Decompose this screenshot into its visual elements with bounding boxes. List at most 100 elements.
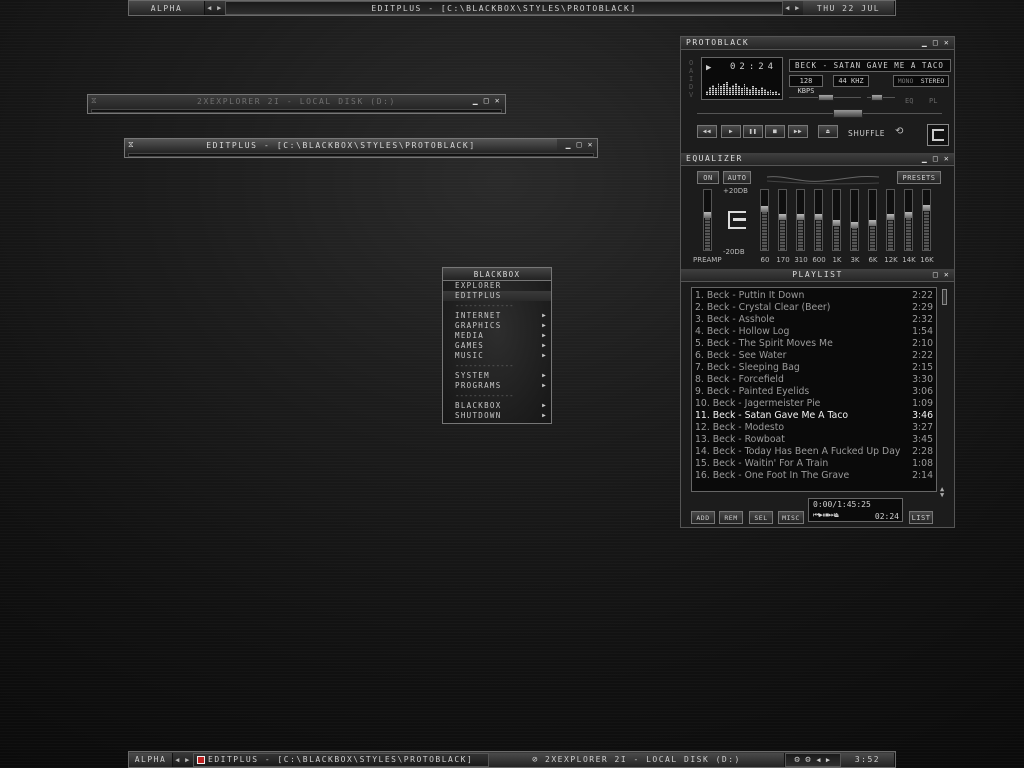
prev-workspace-icon[interactable]: ◀: [173, 753, 183, 767]
menu-item-games[interactable]: GAMES ▶: [443, 341, 551, 351]
maximize-icon[interactable]: □: [932, 38, 940, 47]
playlist-row[interactable]: 1. Beck - Puttin It Down 2:22: [692, 290, 936, 302]
playlist-list[interactable]: 1. Beck - Puttin It Down 2:22 2. Beck - Cr…: [691, 287, 937, 492]
eq-on-button[interactable]: ON: [697, 171, 719, 184]
editplus-window[interactable]: ⧖ EDITPLUS - [C:\BLACKBOX\STYLES\PROTOBL…: [124, 138, 598, 158]
menu-item-graphics[interactable]: GRAPHICS ▶: [443, 321, 551, 331]
prev-icon[interactable]: ◀: [816, 756, 822, 764]
playlist-row[interactable]: 13. Beck - Rowboat 3:45: [692, 434, 936, 446]
menu-item-programs[interactable]: PROGRAMS ▶: [443, 381, 551, 391]
minimize-icon[interactable]: ▁: [564, 140, 572, 149]
menu-item-blackbox[interactable]: BLACKBOX ▶: [443, 401, 551, 411]
eq-band-slider-6k[interactable]: [868, 189, 877, 251]
next-workspace-icon[interactable]: ▶: [183, 753, 193, 767]
slider-knob[interactable]: [869, 220, 876, 226]
seek-track[interactable]: [697, 113, 942, 114]
playlist-row[interactable]: 9. Beck - Painted Eyelids 3:06: [692, 386, 936, 398]
editplus-titlebar[interactable]: ⧖ EDITPLUS - [C:\BLACKBOX\STYLES\PROTOBL…: [125, 139, 557, 151]
slider-knob[interactable]: [815, 214, 822, 220]
tray-icon[interactable]: ⚙: [794, 755, 801, 765]
logo-icon[interactable]: [927, 124, 949, 146]
eq-presets-button[interactable]: PRESETS: [897, 171, 941, 184]
prev-window-icon[interactable]: ◀: [783, 1, 793, 15]
play-button[interactable]: ▶: [721, 125, 741, 138]
editplus-handle[interactable]: [128, 153, 594, 157]
preamp-slider[interactable]: [703, 189, 712, 251]
mini-transport-icons[interactable]: ⏮▶⏸⏹⏭⏏: [813, 511, 839, 520]
tray-icon[interactable]: ⚙: [805, 755, 812, 765]
menu-item-media[interactable]: MEDIA ▶: [443, 331, 551, 341]
next-workspace-icon[interactable]: ▶: [215, 1, 225, 15]
eq-band-slider-3k[interactable]: [850, 189, 859, 251]
repeat-icon[interactable]: ⟲: [895, 126, 903, 137]
playlist-row[interactable]: 12. Beck - Modesto 3:27: [692, 422, 936, 434]
menu-item-music[interactable]: MUSIC ▶: [443, 351, 551, 361]
prev-workspace-icon[interactable]: ◀: [205, 1, 215, 15]
slider-knob[interactable]: [779, 214, 786, 220]
eq-band-slider-310[interactable]: [796, 189, 805, 251]
close-icon[interactable]: ✕: [494, 96, 502, 105]
eject-button[interactable]: ⏏: [818, 125, 838, 138]
playlist-row[interactable]: 10. Beck - Jagermeister Pie 1:09: [692, 398, 936, 410]
slider-knob[interactable]: [887, 214, 894, 220]
eq-band-slider-170[interactable]: [778, 189, 787, 251]
song-title-display[interactable]: BECK - SATAN GAVE ME A TACO (3: [789, 59, 951, 72]
slider-knob[interactable]: [851, 222, 858, 228]
eq-band-slider-600[interactable]: [814, 189, 823, 251]
explorer-titlebar[interactable]: ⧖ 2XEXPLORER 2I - LOCAL DISK (D:) ▁ □ ✕: [88, 95, 505, 107]
playlist-scrollbar[interactable]: ▲ ▼: [940, 287, 948, 500]
stop-button[interactable]: ■: [765, 125, 785, 138]
eq-band-slider-60[interactable]: [760, 189, 769, 251]
explorer-window[interactable]: ⧖ 2XEXPLORER 2I - LOCAL DISK (D:) ▁ □ ✕: [87, 94, 506, 114]
slider-knob[interactable]: [905, 212, 912, 218]
next-button[interactable]: ▶▶: [788, 125, 808, 138]
menu-item-system[interactable]: SYSTEM ▶: [443, 371, 551, 381]
playlist-row[interactable]: 11. Beck - Satan Gave Me A Taco 3:46: [692, 410, 936, 422]
eq-toggle[interactable]: EQ: [905, 97, 913, 105]
playlist-row[interactable]: 5. Beck - The Spirit Moves Me 2:10: [692, 338, 936, 350]
pl-toggle[interactable]: PL: [929, 97, 937, 105]
workspace-label[interactable]: ALPHA: [129, 1, 205, 15]
playlist-row[interactable]: 4. Beck - Hollow Log 1:54: [692, 326, 936, 338]
playlist-row[interactable]: 3. Beck - Asshole 2:32: [692, 314, 936, 326]
slider-knob[interactable]: [833, 220, 840, 226]
pause-button[interactable]: ❚❚: [743, 125, 763, 138]
playlist-row[interactable]: 16. Beck - One Foot In The Grave 2:14: [692, 470, 936, 482]
eq-auto-button[interactable]: AUTO: [723, 171, 751, 184]
next-window-icon[interactable]: ▶: [793, 1, 803, 15]
explorer-handle[interactable]: [91, 109, 502, 113]
playlist-add-button[interactable]: ADD: [691, 511, 715, 524]
slider-knob[interactable]: [761, 206, 768, 212]
playlist-row[interactable]: 7. Beck - Sleeping Bag 2:15: [692, 362, 936, 374]
close-icon[interactable]: ✕: [586, 140, 594, 149]
minimize-icon[interactable]: ▁: [921, 38, 929, 47]
shuffle-toggle[interactable]: SHUFFLE: [848, 129, 885, 138]
toolbar-window-title[interactable]: EDITPLUS - [C:\BLACKBOX\STYLES\PROTOBLAC…: [225, 1, 783, 15]
slider-knob[interactable]: [923, 205, 930, 211]
seek-slider[interactable]: [833, 109, 863, 118]
playlist-titlebar[interactable]: PLAYLIST □ ✕: [681, 269, 954, 282]
sticky-icon[interactable]: ⧖: [91, 96, 98, 106]
playlist-row[interactable]: 15. Beck - Waitin' For A Train 1:08: [692, 458, 936, 470]
menu-item-shutdown[interactable]: SHUTDOWN ▶: [443, 411, 551, 421]
taskbar-item-editplus[interactable]: EDITPLUS - [C:\BLACKBOX\STYLES\PROTOBLAC…: [193, 752, 489, 767]
playlist-row[interactable]: 6. Beck - See Water 2:22: [692, 350, 936, 362]
maximize-icon[interactable]: □: [932, 154, 940, 163]
close-icon[interactable]: ✕: [943, 38, 951, 47]
minimize-icon[interactable]: ▁: [921, 154, 929, 163]
minimize-icon[interactable]: ▁: [472, 96, 480, 105]
menu-item-editplus[interactable]: EDITPLUS: [443, 291, 551, 301]
equalizer-titlebar[interactable]: EQUALIZER ▁ □ ✕: [681, 153, 954, 166]
close-icon[interactable]: ✕: [943, 154, 951, 163]
playlist-misc-button[interactable]: MISC: [778, 511, 804, 524]
maximize-icon[interactable]: □: [932, 270, 940, 279]
next-icon[interactable]: ▶: [826, 756, 832, 764]
scrollbar-thumb[interactable]: [942, 289, 947, 305]
maximize-icon[interactable]: □: [483, 96, 491, 105]
playlist-row[interactable]: 8. Beck - Forcefield 3:30: [692, 374, 936, 386]
eq-band-slider-16k[interactable]: [922, 189, 931, 251]
menu-item-internet[interactable]: INTERNET ▶: [443, 311, 551, 321]
workspace-label[interactable]: ALPHA: [129, 752, 173, 767]
eq-band-slider-14k[interactable]: [904, 189, 913, 251]
playlist-row[interactable]: 14. Beck - Today Has Been A Fucked Up Da…: [692, 446, 936, 458]
